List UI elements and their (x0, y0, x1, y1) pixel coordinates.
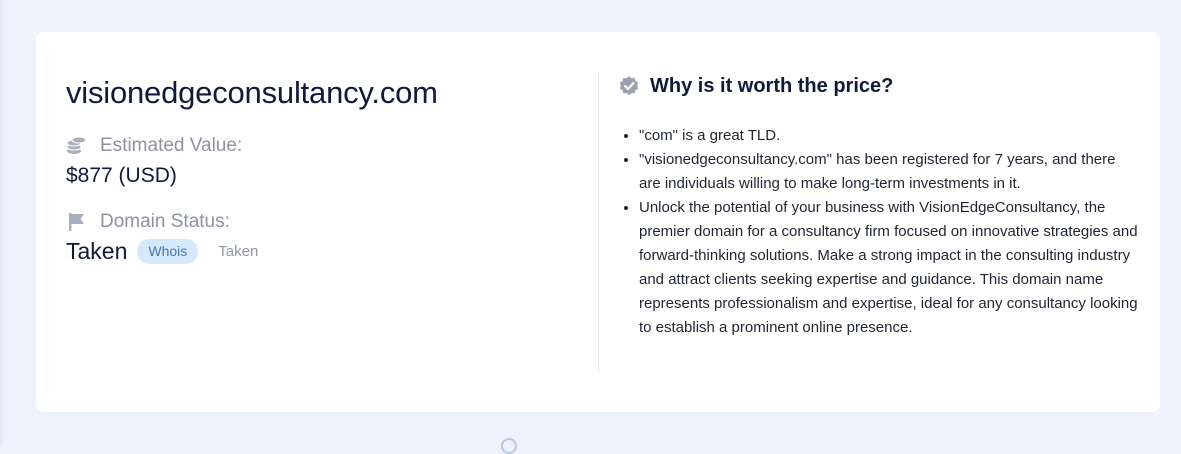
reason-item: "com" is a great TLD. (639, 124, 1138, 148)
domain-status-label: Domain Status: (100, 211, 230, 232)
domain-card: visionedgeconsultancy.com Estimated Valu… (36, 32, 1160, 412)
whois-button[interactable]: Whois (137, 239, 199, 264)
estimated-value-label-row: Estimated Value: (66, 134, 586, 158)
reason-item: Unlock the potential of your business wi… (639, 196, 1138, 340)
domain-name: visionedgeconsultancy.com (66, 75, 438, 110)
estimated-value-label: Estimated Value: (100, 135, 243, 156)
domain-status-label-row: Domain Status: (66, 210, 586, 234)
page-background: visionedgeconsultancy.com Estimated Valu… (0, 0, 1181, 454)
why-worth-title: Why is it worth the price? (650, 75, 894, 97)
domain-status-value: Taken (66, 238, 128, 264)
reason-item: "visionedgeconsultancy.com" has been reg… (639, 148, 1138, 196)
estimated-value: $877 (USD) (66, 164, 177, 187)
reasons-list: "com" is a great TLD. "visionedgeconsult… (618, 124, 1138, 340)
domain-summary: visionedgeconsultancy.com Estimated Valu… (66, 72, 586, 265)
status-secondary-text: Taken (218, 243, 259, 260)
why-worth-section: Why is it worth the price? "com" is a gr… (618, 72, 1138, 340)
verified-badge-icon (618, 75, 640, 97)
coins-stack-icon (66, 135, 88, 157)
why-worth-heading: Why is it worth the price? (618, 72, 1138, 100)
domain-status-row: Taken Whois Taken (66, 238, 586, 265)
flag-icon (66, 211, 88, 233)
partial-circle-icon (501, 438, 517, 454)
vertical-divider (598, 72, 599, 372)
